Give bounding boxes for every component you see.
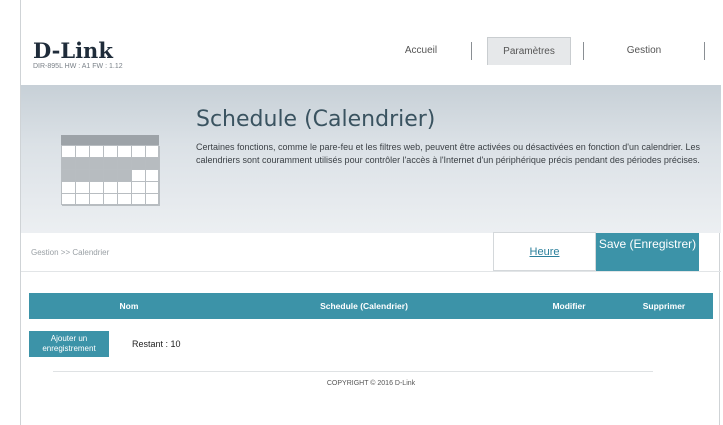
calendar-cell <box>62 146 76 158</box>
column-header-schedule: Schedule (Calendrier) <box>320 301 408 311</box>
dlink-logo: D-Link <box>33 38 113 63</box>
nav-divider <box>471 42 472 60</box>
calendar-cell <box>132 194 146 206</box>
calendar-cell <box>76 170 90 182</box>
calendar-cell <box>104 158 118 170</box>
calendar-cell <box>132 170 146 182</box>
calendar-icon <box>61 135 160 206</box>
calendar-cell <box>146 182 160 194</box>
nav-home[interactable]: Accueil <box>381 37 461 65</box>
calendar-cell <box>90 158 104 170</box>
calendar-cell <box>90 182 104 194</box>
calendar-cell <box>76 158 90 170</box>
table-header: Nom Schedule (Calendrier) Modifier Suppr… <box>29 293 713 319</box>
footer-divider <box>53 371 653 372</box>
calendar-cell <box>104 182 118 194</box>
calendar-cell <box>118 194 132 206</box>
calendar-cell <box>90 194 104 206</box>
calendar-cell <box>104 194 118 206</box>
breadcrumb-bar: Gestion >> Calendrier Heure Save (Enregi… <box>21 232 721 272</box>
device-info: DIR-895L HW : A1 FW : 1.12 <box>33 63 123 70</box>
breadcrumb: Gestion >> Calendrier <box>31 248 110 257</box>
nav-settings[interactable]: Paramètres <box>487 37 571 65</box>
add-record-button[interactable]: Ajouter un enregistrement <box>29 331 109 357</box>
column-header-modifier: Modifier <box>552 301 586 311</box>
nav-divider <box>583 42 584 60</box>
calendar-cell <box>146 146 160 158</box>
calendar-cell <box>76 182 90 194</box>
column-header-supprimer: Supprimer <box>642 301 686 311</box>
hero-banner: Schedule (Calendrier) Certaines fonction… <box>21 85 721 233</box>
calendar-cell <box>62 158 76 170</box>
calendar-cell <box>146 158 160 170</box>
calendar-cell <box>132 182 146 194</box>
header: D-Link DIR-895L HW : A1 FW : 1.12 Accuei… <box>21 0 721 85</box>
calendar-cell <box>146 170 160 182</box>
calendar-cell <box>62 170 76 182</box>
calendar-cell <box>104 146 118 158</box>
page-description: Certaines fonctions, comme le pare-feu e… <box>196 142 700 165</box>
calendar-cell <box>118 182 132 194</box>
copyright: COPYRIGHT © 2016 D-Link <box>326 380 416 387</box>
calendar-cell <box>62 182 76 194</box>
calendar-cell <box>132 146 146 158</box>
calendar-cell <box>146 194 160 206</box>
calendar-cell <box>76 146 90 158</box>
calendar-cell <box>118 158 132 170</box>
remaining-count: Restant : 10 <box>132 339 181 349</box>
calendar-cell <box>104 170 118 182</box>
calendar-cell <box>118 170 132 182</box>
app-frame: D-Link DIR-895L HW : A1 FW : 1.12 Accuei… <box>20 0 721 425</box>
calendar-cell <box>90 146 104 158</box>
calendar-cell <box>90 170 104 182</box>
nav-management[interactable]: Gestion <box>599 37 689 65</box>
nav-divider <box>704 42 705 60</box>
calendar-cell <box>118 146 132 158</box>
heure-link[interactable]: Heure <box>493 232 596 271</box>
calendar-cell <box>62 194 76 206</box>
calendar-cell <box>132 158 146 170</box>
column-header-nom: Nom <box>119 301 139 311</box>
save-button[interactable]: Save (Enregistrer) <box>596 233 699 271</box>
page-title: Schedule (Calendrier) <box>196 107 436 132</box>
calendar-cell <box>76 194 90 206</box>
